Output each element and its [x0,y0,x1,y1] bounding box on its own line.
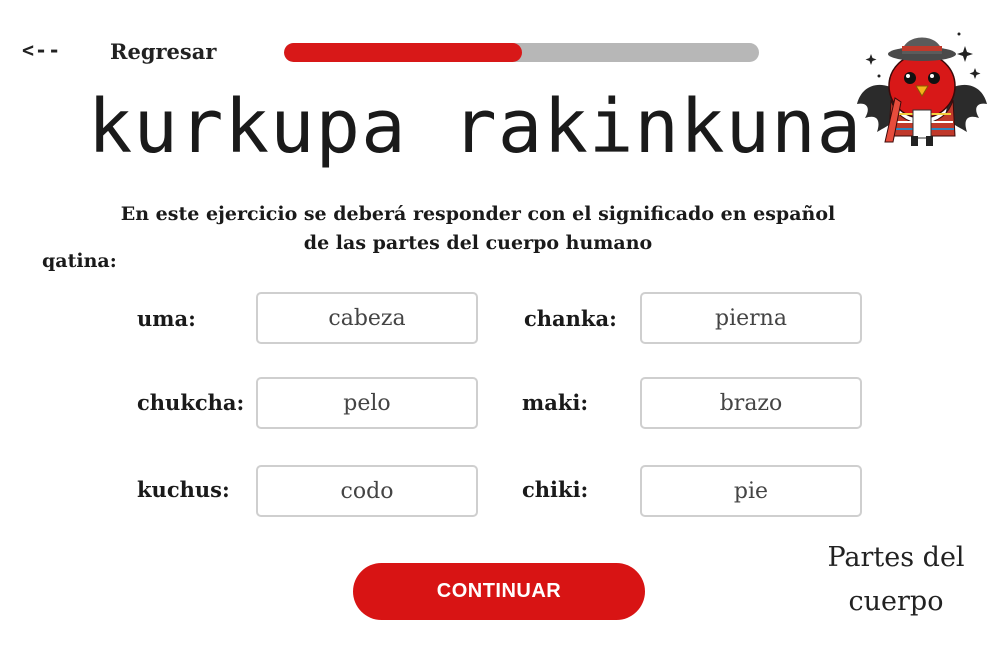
answer-field-maki[interactable]: brazo [640,377,862,429]
answer-field-chiki[interactable]: pie [640,465,862,517]
progress-bar [284,43,759,62]
field-label-chukcha: chukcha: [137,390,245,415]
field-label-uma: uma: [137,306,196,331]
instructions-text: En este ejercicio se deberá responder co… [120,203,836,254]
answer-field-uma[interactable]: cabeza [256,292,478,344]
field-label-kuchus: kuchus: [137,477,230,502]
back-arrow-icon[interactable]: <-- [22,38,61,62]
continue-button[interactable]: CONTINUAR [353,563,645,620]
progress-bar-fill [284,43,522,62]
qatina-label: qatina: [42,250,117,272]
field-label-chiki: chiki: [522,477,589,502]
answer-field-chukcha[interactable]: pelo [256,377,478,429]
topic-caption: Partes del cuerpo [827,542,965,617]
back-button[interactable]: Regresar [110,39,216,64]
answer-field-kuchus[interactable]: codo [256,465,478,517]
answer-field-chanka[interactable]: pierna [640,292,862,344]
field-label-maki: maki: [522,390,589,415]
page-title: kurkupa rakinkuna [87,84,863,170]
field-label-chanka: chanka: [524,306,617,331]
